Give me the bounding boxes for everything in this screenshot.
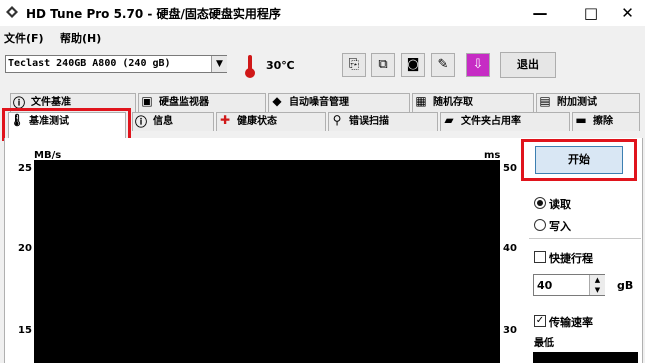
right-tick: 50: [503, 163, 517, 174]
info-icon: ⓘ: [134, 115, 147, 129]
tab-folder-usage[interactable]: ▰ 文件夹占用率: [440, 112, 570, 131]
menu-file[interactable]: 文件(F): [4, 30, 44, 46]
copy-icon[interactable]: ⎘: [342, 53, 366, 77]
short-stroke-checkbox[interactable]: [534, 251, 546, 263]
transfer-rate-checkbox[interactable]: ✓: [534, 315, 546, 327]
erase-icon: ▬: [575, 113, 587, 127]
camera-icon[interactable]: ◙: [401, 53, 425, 77]
short-stroke-value: 40: [537, 279, 553, 292]
min-value-box: [533, 352, 638, 363]
left-tick: 20: [18, 243, 32, 254]
folder-icon: ▰: [444, 113, 454, 127]
transfer-rate-label: 传输速率: [549, 316, 593, 329]
tab-disk-monitor[interactable]: ▣ 硬盘监视器: [138, 93, 266, 112]
exit-button[interactable]: 退出: [500, 52, 556, 78]
chevron-down-icon[interactable]: ▼: [211, 56, 227, 72]
health-icon: ✚: [219, 113, 231, 127]
write-label: 写入: [549, 220, 571, 233]
speaker-icon: ◆: [272, 94, 282, 108]
maximize-button[interactable]: □: [571, 0, 611, 26]
short-stroke-unit: gB: [617, 279, 634, 292]
copy-all-icon[interactable]: ⧉: [371, 53, 395, 77]
right-tick: 40: [503, 243, 517, 254]
left-tick: 25: [18, 163, 32, 174]
left-tick: 15: [18, 325, 32, 336]
tab-extra-tests[interactable]: ▤ 附加测试: [536, 93, 640, 112]
min-label: 最低: [534, 338, 554, 349]
options-icon[interactable]: ✎: [431, 53, 455, 77]
random-access-icon: ▦: [415, 94, 427, 108]
tab-random-access[interactable]: ▦ 随机存取: [412, 93, 534, 112]
tab-aam[interactable]: ◆ 自动噪音管理: [268, 93, 410, 112]
tab-erase[interactable]: ▬ 擦除: [572, 112, 640, 131]
search-icon: ⚲: [332, 113, 342, 127]
right-tick: 30: [503, 325, 517, 336]
divider: [529, 238, 641, 239]
menu-help[interactable]: 帮助(H): [60, 30, 101, 46]
tab-info[interactable]: ⓘ 信息: [132, 112, 214, 131]
tab-health[interactable]: ✚ 健康状态: [216, 112, 326, 131]
highlight-benchmark-tab: [2, 108, 131, 141]
read-radio[interactable]: [534, 197, 546, 209]
tab-error-scan[interactable]: ⚲ 错误扫描: [328, 112, 438, 131]
short-stroke-label: 快捷行程: [549, 252, 593, 265]
temperature-value: 30℃: [266, 59, 295, 72]
save-icon[interactable]: ⇩: [466, 53, 490, 77]
app-icon: [6, 6, 18, 18]
spin-arrows-icon[interactable]: ▲ ▼: [589, 275, 605, 295]
drive-select-value: Teclast 240GB A800 (240 gB): [8, 58, 171, 69]
highlight-start-button: [521, 139, 637, 181]
close-button[interactable]: ✕: [610, 0, 645, 26]
thermometer-icon: [245, 55, 255, 78]
extra-tests-icon: ▤: [539, 94, 551, 108]
monitor-icon: ▣: [141, 94, 153, 108]
write-radio[interactable]: [534, 219, 546, 231]
window-title: HD Tune Pro 5.70 - 硬盘/固态硬盘实用程序: [26, 7, 281, 21]
benchmark-graph: [34, 160, 500, 363]
read-label: 读取: [549, 198, 571, 211]
minimize-button[interactable]: —: [520, 0, 560, 26]
